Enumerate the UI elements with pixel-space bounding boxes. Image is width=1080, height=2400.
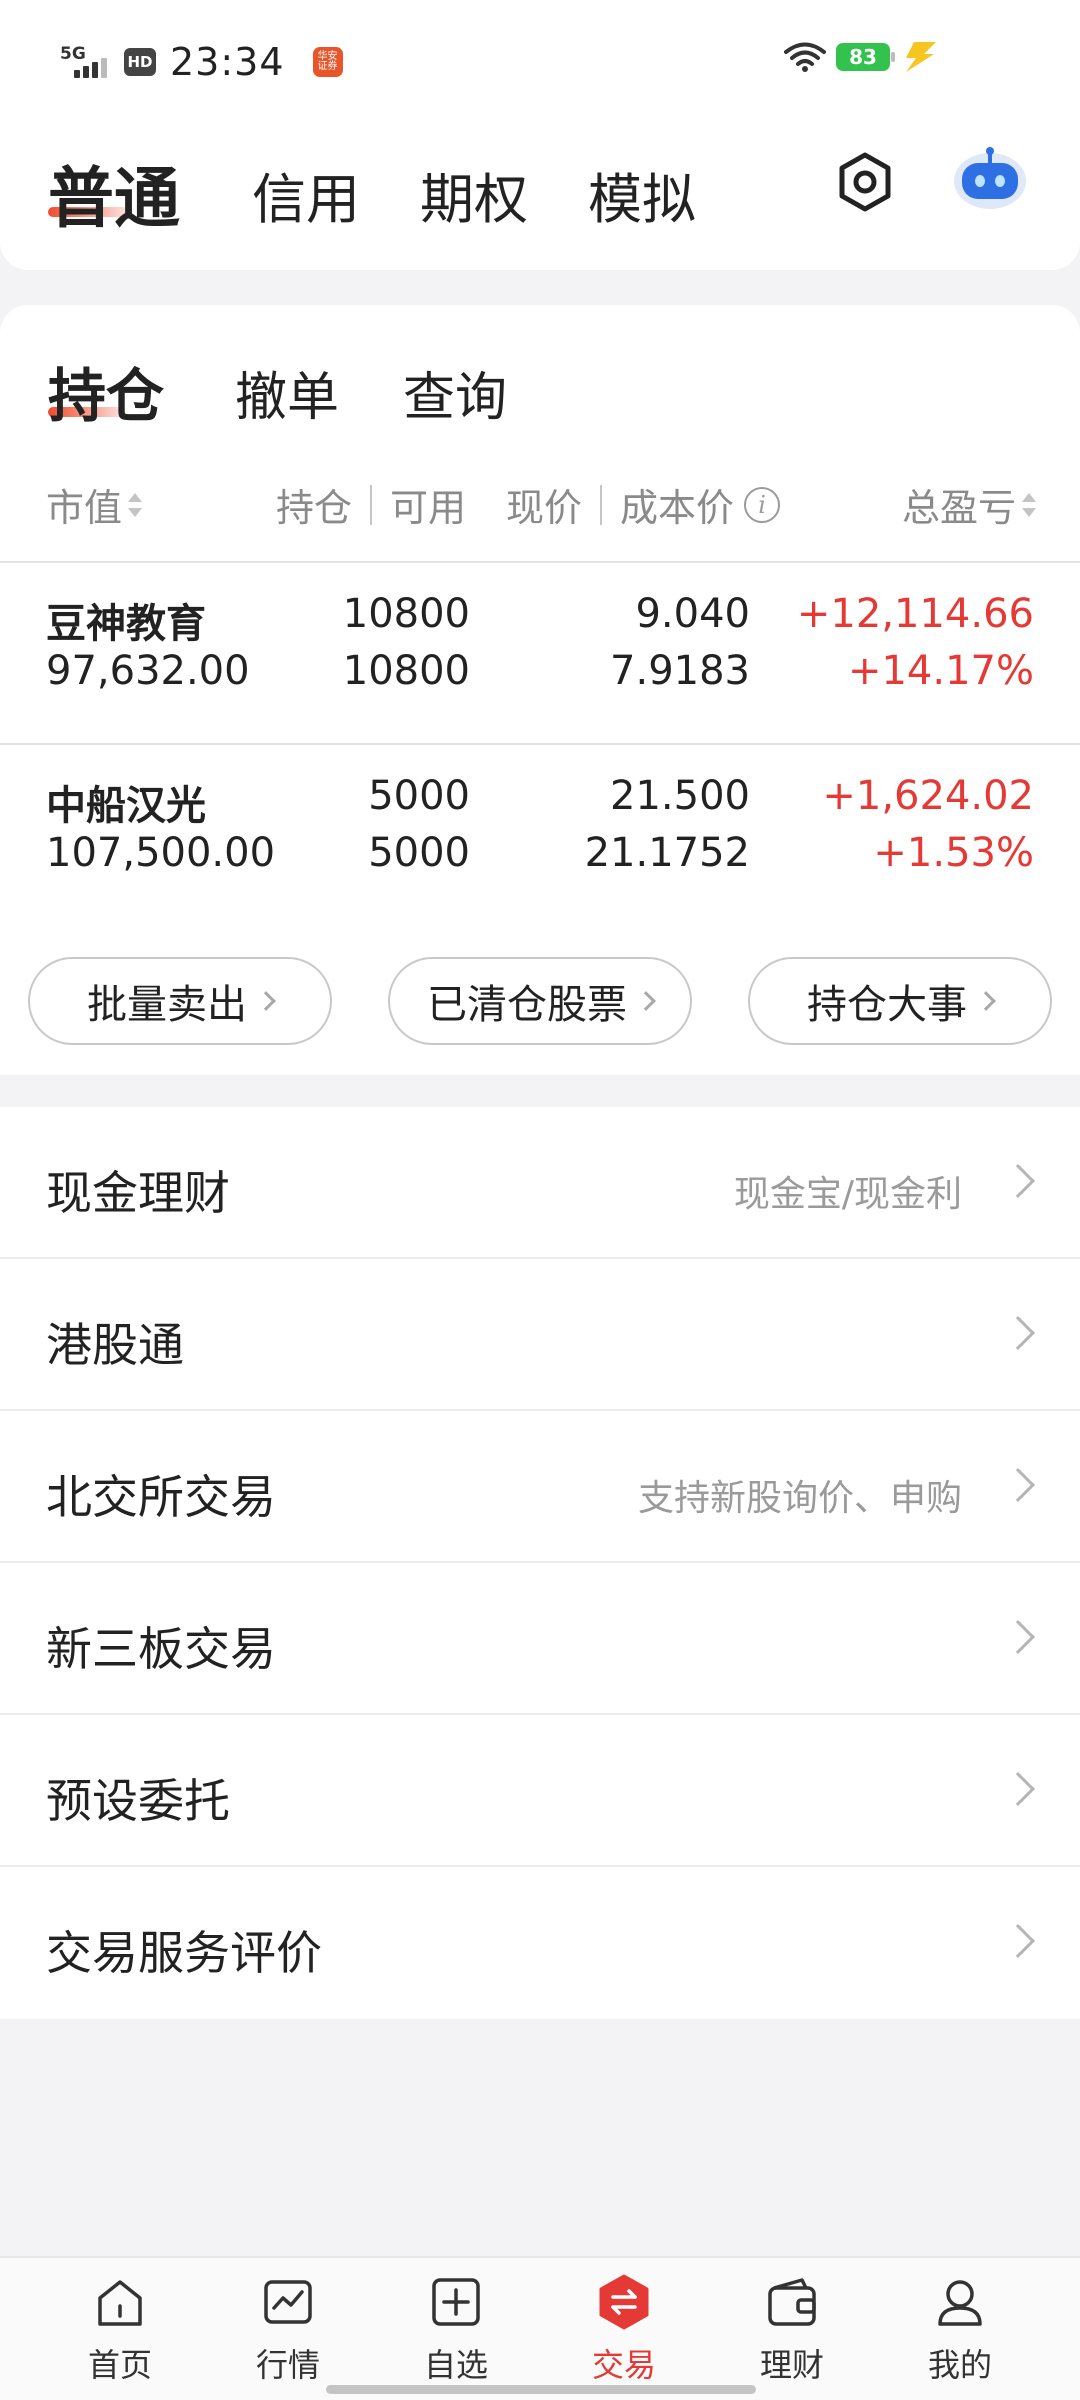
charging-icon	[906, 42, 936, 72]
tab-simulation-account[interactable]: 模拟	[588, 155, 696, 234]
chevron-right-icon	[256, 991, 276, 1011]
nav-market[interactable]: 行情	[228, 2272, 348, 2392]
tab-normal-account[interactable]: 普通	[48, 145, 180, 241]
chart-icon	[264, 2280, 312, 2324]
chevron-right-icon	[976, 991, 996, 1011]
cellular-signal-icon: 5G	[60, 42, 110, 82]
home-icon	[98, 2280, 142, 2326]
holdings-card: 持仓 撤单 查询 市值 持仓 可用 现价 成本价 i 总盈亏 豆神教育 97,632.…	[0, 305, 1080, 1075]
column-holding-available: 持仓 可用	[276, 484, 467, 530]
info-icon[interactable]: i	[744, 486, 781, 523]
current-price: 21.500	[610, 773, 750, 819]
nav-trade[interactable]: 交易	[564, 2272, 684, 2392]
column-market-value[interactable]: 市值	[46, 477, 143, 532]
total-pnl: +1,624.02	[822, 773, 1034, 819]
current-price: 9.040	[635, 591, 750, 637]
hd-icon: HD	[124, 48, 156, 76]
cost-price: 21.1752	[584, 830, 750, 876]
chevron-right-icon	[1001, 1468, 1035, 1502]
wifi-icon	[784, 42, 826, 72]
chevron-right-icon	[1001, 1164, 1035, 1198]
menu-item-bse-trading[interactable]: 北交所交易 支持新股询价、申购	[0, 1411, 1080, 1563]
menu-item-hk-connect[interactable]: 港股通	[0, 1259, 1080, 1411]
pnl-percent: +1.53%	[873, 830, 1034, 876]
tab-options-account[interactable]: 期权	[420, 155, 528, 234]
holding-qty: 10800	[342, 591, 470, 637]
menu-item-service-rating[interactable]: 交易服务评价	[0, 1867, 1080, 2019]
menu-item-preset-orders[interactable]: 预设委托	[0, 1715, 1080, 1867]
sort-icon	[1022, 491, 1036, 519]
tab-holdings[interactable]: 持仓	[48, 349, 164, 433]
battery-icon: 83	[836, 43, 895, 71]
trade-icon	[599, 2274, 649, 2330]
chevron-right-icon	[1001, 1924, 1035, 1958]
nav-home[interactable]: 首页	[60, 2272, 180, 2392]
account-type-header: 普通 信用 期权 模拟	[0, 115, 1080, 270]
sort-icon	[128, 491, 143, 519]
cleared-stocks-button[interactable]: 已清仓股票	[388, 957, 692, 1045]
status-bar: 5G HD 23:34 华安 证券 83	[0, 0, 1080, 115]
nav-watchlist[interactable]: 自选	[396, 2272, 516, 2392]
menu-item-neeq-trading[interactable]: 新三板交易	[0, 1563, 1080, 1715]
tab-query[interactable]: 查询	[403, 355, 507, 430]
holding-row[interactable]: 中船汉光 107,500.00 5000 5000 21.500 21.1752…	[0, 745, 1080, 925]
settings-icon[interactable]	[830, 147, 900, 217]
market-value: 97,632.00	[46, 648, 250, 694]
bottom-navigation: 首页 行情 自选 交易 理财 我的	[0, 2256, 1080, 2400]
chevron-right-icon	[1001, 1316, 1035, 1350]
ai-assistant-icon[interactable]	[950, 143, 1030, 213]
chevron-right-icon	[636, 991, 656, 1011]
market-value: 107,500.00	[46, 830, 276, 876]
tab-cancel-order[interactable]: 撤单	[235, 355, 339, 430]
trade-services-menu: 现金理财 现金宝/现金利 港股通 北交所交易 支持新股询价、申购 新三板交易 预…	[0, 1107, 1080, 2019]
chevron-right-icon	[1001, 1620, 1035, 1654]
total-pnl: +12,114.66	[796, 591, 1034, 637]
holding-row[interactable]: 豆神教育 97,632.00 10800 10800 9.040 7.9183 …	[0, 563, 1080, 743]
cost-price: 7.9183	[610, 648, 750, 694]
stock-name: 豆神教育	[46, 601, 206, 647]
available-qty: 10800	[342, 648, 470, 694]
home-indicator[interactable]	[326, 2385, 756, 2394]
holding-events-button[interactable]: 持仓大事	[748, 957, 1052, 1045]
menu-item-cash-management[interactable]: 现金理财 现金宝/现金利	[0, 1107, 1080, 1259]
chevron-right-icon	[1001, 1772, 1035, 1806]
available-qty: 5000	[368, 830, 470, 876]
nav-profile[interactable]: 我的	[900, 2272, 1020, 2392]
column-price-cost: 现价 成本价 i	[506, 477, 781, 532]
column-total-pnl[interactable]: 总盈亏	[902, 477, 1036, 532]
profile-icon	[938, 2280, 982, 2326]
holding-qty: 5000	[368, 773, 470, 819]
add-watchlist-icon	[432, 2278, 480, 2326]
status-time: 23:34	[170, 40, 285, 84]
tab-credit-account[interactable]: 信用	[252, 155, 360, 234]
nav-wealth[interactable]: 理财	[732, 2272, 852, 2392]
app-notification-icon: 华安 证券	[312, 47, 343, 77]
batch-sell-button[interactable]: 批量卖出	[28, 957, 332, 1045]
pnl-percent: +14.17%	[847, 648, 1034, 694]
wallet-icon	[768, 2278, 816, 2326]
stock-name: 中船汉光	[46, 783, 206, 829]
